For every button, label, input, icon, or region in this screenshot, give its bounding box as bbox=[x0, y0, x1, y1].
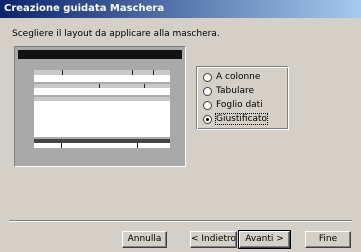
radio-button[interactable] bbox=[203, 115, 212, 124]
radio-label[interactable]: A colonne bbox=[216, 72, 260, 82]
back-button[interactable]: < Indietro bbox=[190, 231, 237, 248]
layout-radio-group: A colonne Tabulare Foglio dati Giustific… bbox=[196, 66, 289, 130]
preview-field-row-2 bbox=[34, 88, 170, 95]
radio-button[interactable] bbox=[203, 101, 212, 110]
preview-memo-field bbox=[34, 101, 170, 137]
radio-button[interactable] bbox=[203, 73, 212, 82]
instruction-text: Scegliere il layout da applicare alla ma… bbox=[12, 29, 220, 39]
radio-label[interactable]: Foglio dati bbox=[216, 100, 263, 110]
preview-divider bbox=[137, 143, 138, 148]
radio-selected-dot bbox=[206, 118, 209, 121]
finish-button[interactable]: Fine bbox=[305, 231, 351, 248]
radio-label[interactable]: Giustificato bbox=[214, 113, 269, 125]
title-bar: Creazione guidata Maschera bbox=[0, 0, 361, 18]
bottom-separator bbox=[9, 220, 352, 222]
layout-preview bbox=[14, 46, 186, 167]
preview-divider bbox=[61, 143, 62, 148]
preview-header-bar bbox=[18, 50, 182, 59]
radio-button[interactable] bbox=[203, 87, 212, 96]
window-title: Creazione guidata Maschera bbox=[4, 3, 165, 14]
radio-label[interactable]: Tabulare bbox=[216, 86, 254, 96]
preview-field-row-1 bbox=[34, 75, 170, 82]
preview-field-row-4 bbox=[34, 143, 170, 148]
next-button[interactable]: Avanti > bbox=[238, 230, 291, 249]
cancel-button[interactable]: Annulla bbox=[122, 231, 167, 248]
wizard-window: Creazione guidata Maschera Scegliere il … bbox=[0, 0, 361, 252]
